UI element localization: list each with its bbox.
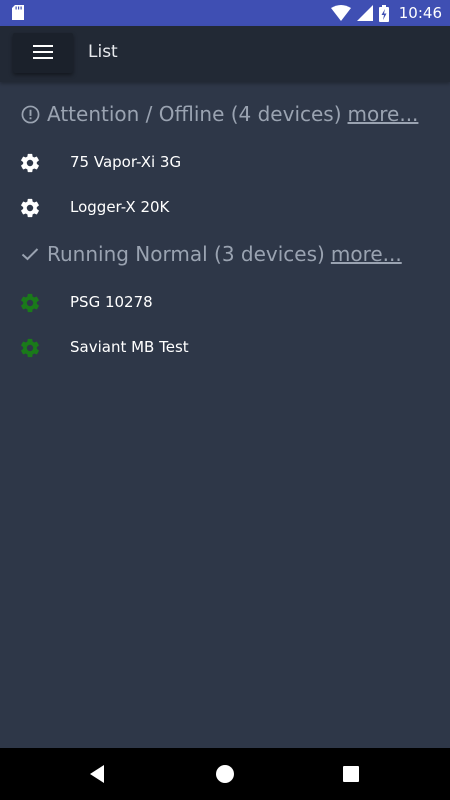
wifi-icon (330, 5, 351, 21)
page-title: List (88, 42, 118, 62)
device-name: Logger-X 20K (70, 198, 170, 216)
status-bar: 10:46 (0, 0, 450, 26)
system-nav-bar (0, 748, 450, 800)
gear-icon (19, 292, 41, 314)
section-title: Running Normal (3 devices) (47, 242, 325, 266)
device-row[interactable]: Logger-X 20K (0, 188, 450, 228)
app-bar: List (0, 26, 450, 82)
device-row[interactable]: Saviant MB Test (0, 328, 450, 368)
section-header-attention: Attention / Offline (4 devices) more... (20, 99, 418, 129)
device-name: Saviant MB Test (70, 338, 189, 356)
gear-icon (19, 152, 41, 174)
device-row[interactable]: 75 Vapor-Xi 3G (0, 143, 450, 183)
recents-icon[interactable] (343, 766, 359, 786)
gear-icon (19, 197, 41, 219)
menu-button[interactable] (13, 33, 73, 73)
signal-icon (356, 5, 373, 21)
more-link-attention[interactable]: more... (348, 102, 419, 126)
device-row[interactable]: PSG 10278 (0, 283, 450, 323)
home-icon[interactable] (215, 764, 235, 788)
more-link-running[interactable]: more... (331, 242, 402, 266)
back-icon[interactable] (88, 764, 106, 788)
hamburger-menu-icon (33, 44, 53, 63)
section-title: Attention / Offline (4 devices) (47, 102, 342, 126)
sd-card-icon (12, 5, 24, 24)
section-header-running: Running Normal (3 devices) more... (20, 239, 402, 269)
check-icon (20, 244, 40, 264)
device-name: PSG 10278 (70, 293, 153, 311)
status-clock: 10:46 (398, 4, 442, 22)
battery-charging-icon (378, 4, 389, 22)
device-name: 75 Vapor-Xi 3G (70, 153, 182, 171)
gear-icon (19, 337, 41, 359)
alert-circle-icon (20, 104, 40, 124)
